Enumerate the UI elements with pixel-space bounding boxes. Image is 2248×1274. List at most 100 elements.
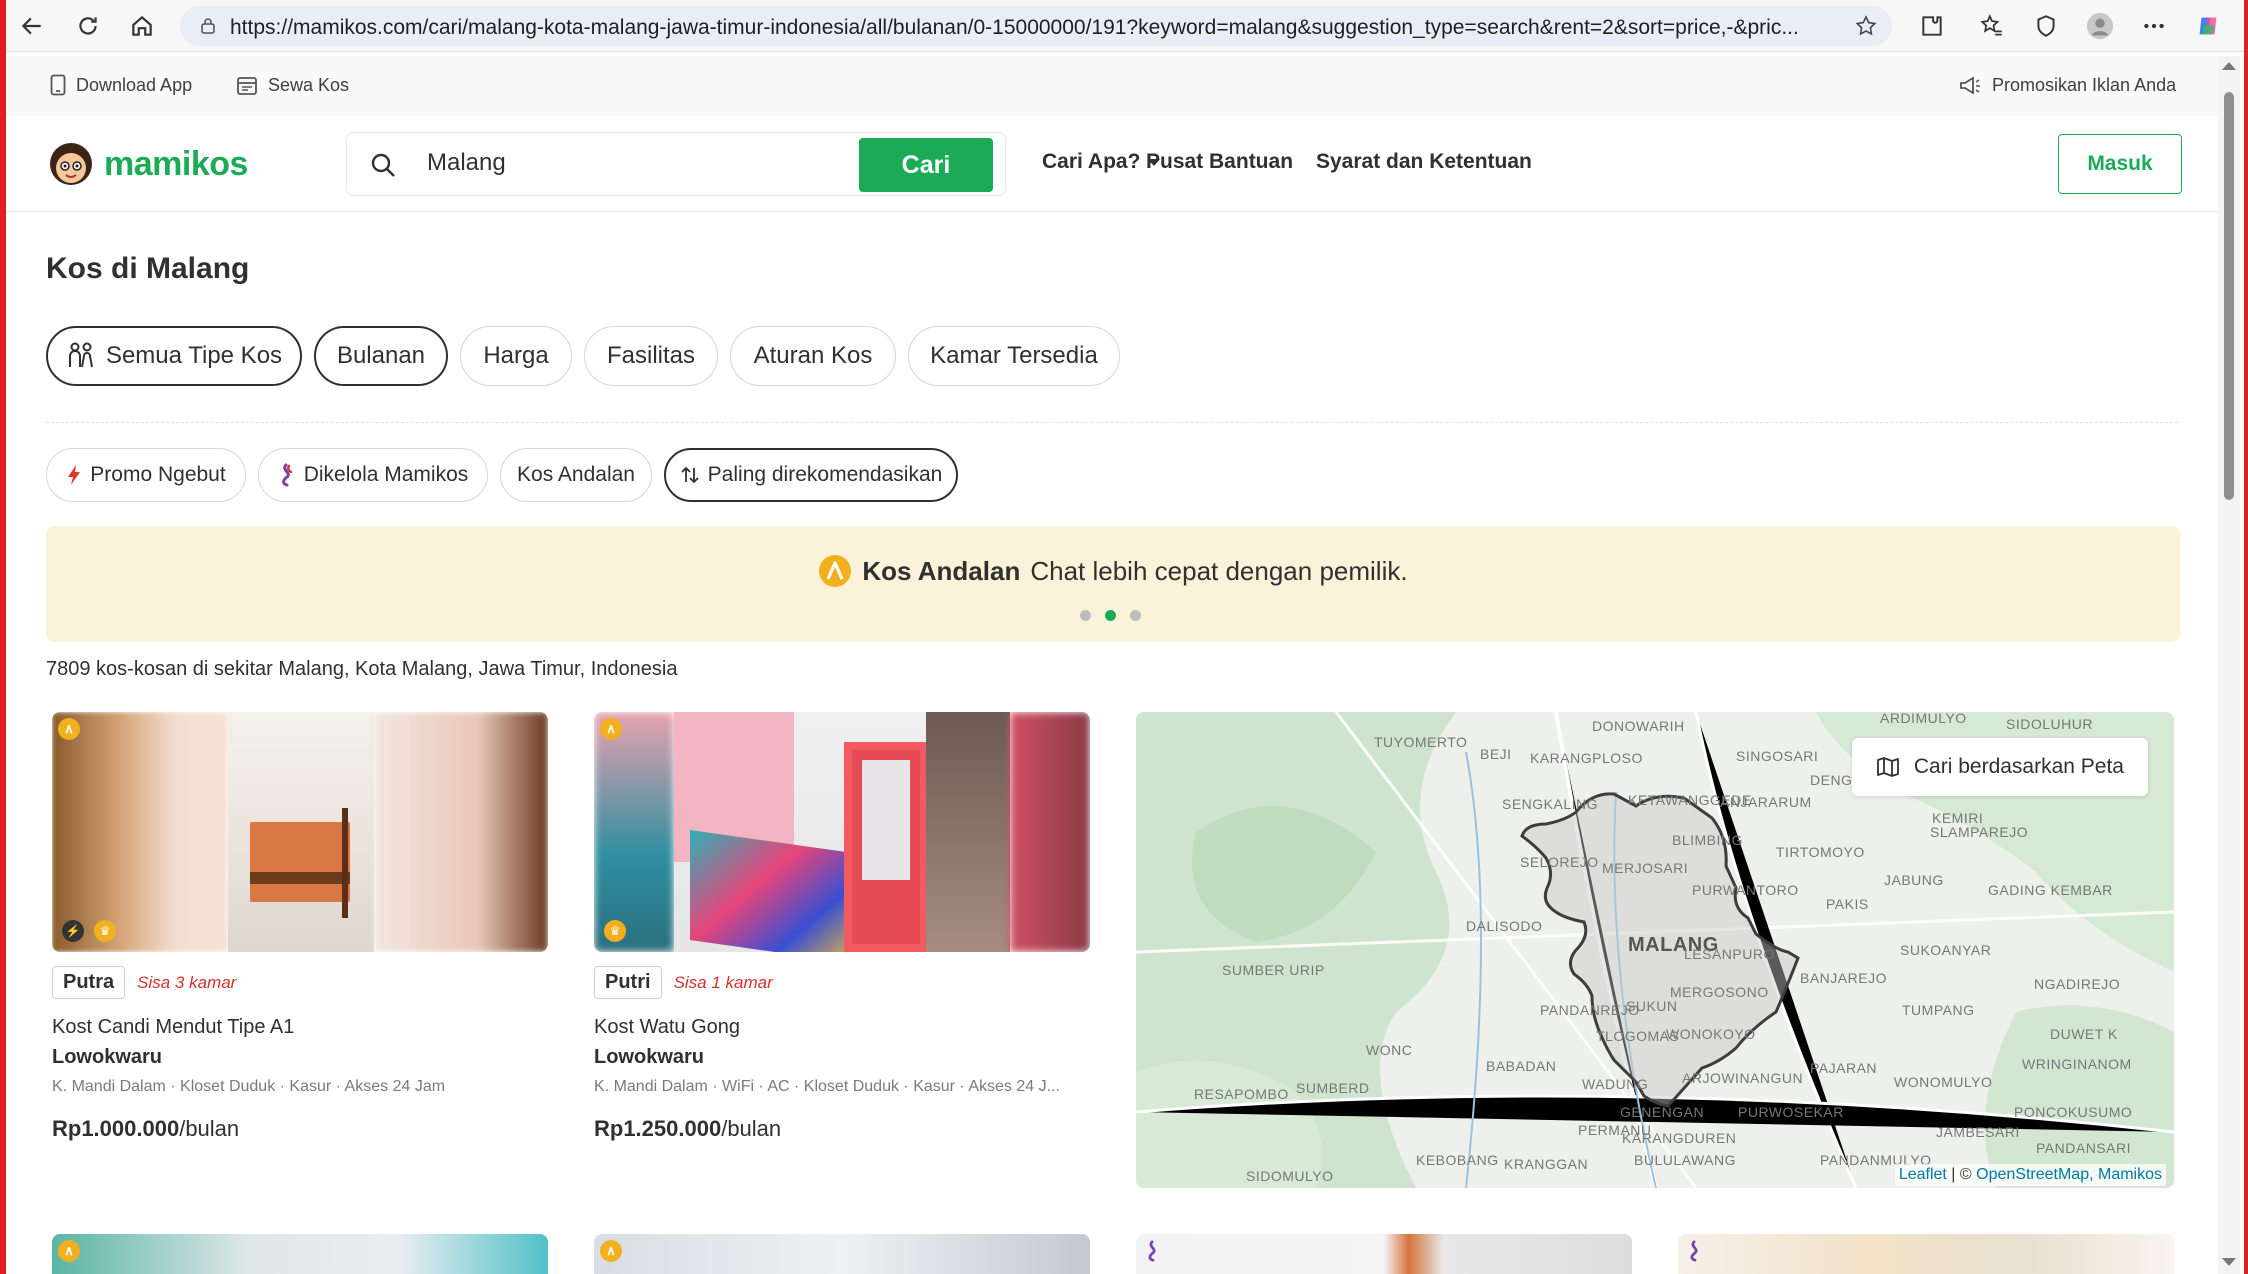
listing-area: Lowokwaru bbox=[594, 1046, 705, 1068]
chip-sort-label: Paling direkomendasikan bbox=[707, 463, 943, 486]
price-value: Rp1.000.000 bbox=[52, 1116, 180, 1141]
reload-icon[interactable] bbox=[74, 12, 102, 40]
map-label: TUYOMERTO bbox=[1374, 734, 1468, 750]
price-period: /bulan bbox=[179, 1116, 240, 1141]
map-label: PURWANTORO bbox=[1692, 882, 1799, 898]
filter-bulanan[interactable]: Bulanan bbox=[314, 326, 448, 386]
promote-ads-link[interactable]: Promosikan Iklan Anda bbox=[1958, 74, 2176, 96]
filter-harga[interactable]: Harga bbox=[460, 326, 572, 386]
listing-card-partial[interactable] bbox=[1678, 1234, 2174, 1274]
leaflet-link[interactable]: Leaflet bbox=[1899, 1166, 1947, 1183]
listing-card-partial[interactable] bbox=[1136, 1234, 1632, 1274]
carousel-dot[interactable] bbox=[1080, 610, 1091, 621]
banner-carousel-dots bbox=[1080, 610, 1141, 621]
home-icon[interactable] bbox=[128, 12, 156, 40]
chip-dikelola-mamikos[interactable]: Dikelola Mamikos bbox=[258, 448, 488, 502]
chip-promo-ngebut[interactable]: Promo Ngebut bbox=[46, 448, 246, 502]
mamikos-managed-icon bbox=[1144, 1240, 1162, 1262]
chip-sort-recommended[interactable]: Paling direkomendasikan bbox=[664, 448, 958, 502]
download-app-link[interactable]: Download App bbox=[50, 74, 192, 96]
listing-card-partial[interactable]: ∧ bbox=[52, 1234, 548, 1274]
kos-andalan-corner-icon: ∧ bbox=[58, 1240, 80, 1262]
map-label: LESANPURO bbox=[1684, 946, 1775, 962]
map-label: PAJARAN bbox=[1810, 1060, 1878, 1076]
map-label: ANJARARUM bbox=[1720, 794, 1812, 810]
map-view[interactable]: MALANG DONOWARIH ARDIMULYO SIDOLUHUR TUY… bbox=[1136, 712, 2174, 1188]
listing-name[interactable]: Kost Watu Gong bbox=[594, 1016, 740, 1039]
filter-kamar-tersedia[interactable]: Kamar Tersedia bbox=[908, 326, 1120, 386]
search-button[interactable]: Cari bbox=[859, 138, 993, 192]
map-label: MERGOSONO bbox=[1670, 984, 1769, 1000]
site-info-icon[interactable] bbox=[198, 16, 218, 41]
map-label: BULULAWANG bbox=[1634, 1152, 1736, 1168]
kos-andalan-banner[interactable]: Kos Andalan Chat lebih cepat dengan pemi… bbox=[46, 526, 2180, 642]
map-label: BEJI bbox=[1480, 746, 1512, 762]
filter-fasilitas[interactable]: Fasilitas bbox=[584, 326, 718, 386]
map-label: BANJAREJO bbox=[1800, 970, 1887, 986]
map-label: BLIMBING bbox=[1672, 832, 1743, 848]
listing-photo[interactable]: ∧ ♛ bbox=[594, 712, 1090, 952]
profile-avatar-icon[interactable] bbox=[2086, 12, 2114, 40]
gender-badge: Putra bbox=[52, 966, 126, 999]
listing-photo[interactable]: ∧ ⚡ ♛ bbox=[52, 712, 548, 952]
filter-divider bbox=[46, 422, 2178, 423]
map-attribution: Leaflet | © OpenStreetMap, Mamikos bbox=[1894, 1164, 2166, 1186]
utility-bar: Download App Sewa Kos Promosikan Iklan A… bbox=[6, 56, 2218, 116]
promote-ads-label: Promosikan Iklan Anda bbox=[1992, 74, 2177, 95]
search-input[interactable] bbox=[427, 149, 847, 177]
syarat-ketentuan-link[interactable]: Syarat dan Ketentuan bbox=[1316, 150, 1532, 174]
carousel-dot[interactable] bbox=[1130, 610, 1141, 621]
map-label: WRINGINANOM bbox=[2022, 1056, 2132, 1072]
rooms-left: Sisa 3 kamar bbox=[137, 972, 237, 992]
attribution-separator: | © bbox=[1946, 1166, 1977, 1183]
back-icon[interactable] bbox=[18, 12, 46, 40]
map-label: ARDIMULYO bbox=[1880, 712, 1967, 726]
listing-facilities: K. Mandi Dalam · Kloset Duduk · Kasur · … bbox=[52, 1078, 446, 1095]
scroll-up-arrow-icon[interactable] bbox=[2222, 62, 2236, 70]
shield-icon[interactable] bbox=[2032, 12, 2060, 40]
osm-link[interactable]: OpenStreetMap, Mamikos bbox=[1976, 1166, 2162, 1183]
filter-tipe-kos[interactable]: Semua Tipe Kos bbox=[46, 326, 302, 386]
download-app-label: Download App bbox=[76, 74, 193, 95]
map-label: GENENGAN bbox=[1620, 1104, 1705, 1120]
page-title: Kos di Malang bbox=[46, 252, 250, 285]
mamikos-managed-icon bbox=[1686, 1240, 1704, 1262]
map-label: SELOREJO bbox=[1520, 854, 1599, 870]
filter-aturan-kos[interactable]: Aturan Kos bbox=[730, 326, 896, 386]
login-button[interactable]: Masuk bbox=[2058, 134, 2182, 194]
listing-card[interactable]: ∧ ⚡ ♛ Putra Sisa 3 kamar Kost Candi Mend… bbox=[52, 712, 548, 1141]
search-box[interactable]: Cari bbox=[346, 132, 1006, 196]
listing-card-partial[interactable]: ∧ bbox=[594, 1234, 1090, 1274]
banner-subtitle: Chat lebih cepat dengan pemilik. bbox=[1030, 555, 1408, 586]
map-label: SUKUN bbox=[1626, 998, 1678, 1014]
carousel-dot-active[interactable] bbox=[1105, 610, 1116, 621]
chip-kos-andalan[interactable]: Kos Andalan bbox=[500, 448, 652, 502]
pusat-bantuan-link[interactable]: Pusat Bantuan bbox=[1146, 150, 1293, 174]
map-label: TIRTOMOYO bbox=[1776, 844, 1865, 860]
mamikos-logo[interactable]: mamikos bbox=[46, 140, 248, 188]
cari-apa-dropdown[interactable]: Cari Apa? bbox=[1042, 150, 1161, 174]
lightning-icon bbox=[68, 465, 81, 485]
map-label: KRANGGAN bbox=[1504, 1156, 1589, 1172]
favorite-star-icon[interactable] bbox=[1854, 14, 1878, 43]
sewa-kos-link[interactable]: Sewa Kos bbox=[236, 74, 349, 96]
more-menu-icon[interactable] bbox=[2140, 12, 2168, 40]
scroll-down-arrow-icon[interactable] bbox=[2222, 1258, 2236, 1266]
kos-andalan-corner-icon: ∧ bbox=[58, 718, 80, 740]
price-value: Rp1.250.000 bbox=[594, 1116, 722, 1141]
result-count: 7809 kos-kosan di sekitar Malang, Kota M… bbox=[46, 658, 678, 680]
address-bar[interactable]: https://mamikos.com/cari/malang-kota-mal… bbox=[180, 6, 1892, 46]
page-scrollbar[interactable] bbox=[2218, 56, 2240, 1274]
listing-name[interactable]: Kost Candi Mendut Tipe A1 bbox=[52, 1016, 294, 1039]
search-by-map-button[interactable]: Cari berdasarkan Peta bbox=[1851, 738, 2148, 796]
listing-card[interactable]: ∧ ♛ Putri Sisa 1 kamar Kost Watu Gong Lo… bbox=[594, 712, 1090, 1141]
kos-andalan-badge-icon bbox=[819, 555, 852, 587]
map-label: SLAMPAREJO bbox=[1930, 824, 2029, 840]
copilot-icon[interactable] bbox=[2194, 12, 2222, 40]
map-label: JAMBESARI bbox=[1936, 1124, 2020, 1140]
scrollbar-thumb[interactable] bbox=[2224, 92, 2234, 500]
extensions-icon[interactable] bbox=[1918, 12, 1946, 40]
favorites-icon[interactable] bbox=[1978, 12, 2006, 40]
rooms-left: Sisa 1 kamar bbox=[673, 972, 773, 992]
map-label: MERJOSARI bbox=[1602, 860, 1689, 876]
